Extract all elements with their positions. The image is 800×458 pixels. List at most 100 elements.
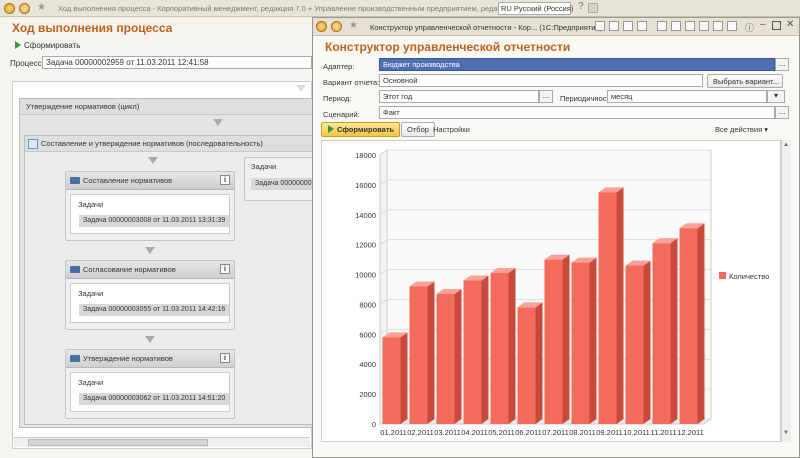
y-tick-label: 10000 <box>355 271 376 280</box>
settings-link[interactable]: Настройки <box>433 125 470 134</box>
tasks-label: Задачи <box>78 378 104 387</box>
sequence-block-title: Составление и утверждение нормативов (по… <box>25 136 313 152</box>
bar-chart: 0 2000 4000 6000 8000 10000 12000 14000 16000 180… <box>355 149 769 437</box>
bar[interactable] <box>436 293 455 424</box>
memory-icon[interactable] <box>727 21 737 31</box>
period-label: Период: <box>323 94 352 103</box>
mail-icon[interactable] <box>623 21 633 31</box>
task-card-approve[interactable]: Утверждение нормативов i Задачи Задача 00… <box>65 349 235 419</box>
app-titlebar: ★ Ход выполнения процесса - Корпоративны… <box>0 0 800 17</box>
variant-label: Вариант отчета: <box>323 78 380 87</box>
settings-icon[interactable] <box>588 3 598 13</box>
document-icon[interactable] <box>637 21 647 31</box>
bar-side <box>454 288 462 424</box>
task-link[interactable]: Задача 00000003008 от 11.03.2011 13:31:3… <box>79 215 230 227</box>
task-card-title: Утверждение нормативов i <box>66 350 234 368</box>
x-tick-label: 12.2011 <box>677 428 704 437</box>
periodicity-dropdown-button[interactable]: ▾ <box>767 90 785 103</box>
task-card-compose[interactable]: Составление нормативов i Задачи Задача 00… <box>65 171 235 241</box>
task-link[interactable]: Задача 00000003055 от 11.03.2011 14:42:1… <box>79 304 230 316</box>
y-tick-label: 14000 <box>355 211 376 220</box>
choose-variant-button[interactable]: Выбрать вариант... <box>707 74 783 88</box>
menu-icon[interactable] <box>19 3 30 14</box>
info-icon[interactable]: i <box>220 175 230 185</box>
bar[interactable] <box>598 192 617 424</box>
legend-swatch <box>719 272 726 279</box>
bar[interactable] <box>409 286 428 424</box>
bar[interactable] <box>652 243 671 424</box>
scenario-label: Сценарий: <box>323 110 360 119</box>
filter-button[interactable]: Отбор <box>401 122 435 137</box>
calendar-icon[interactable] <box>657 21 667 31</box>
side-task-value[interactable]: Задача 00000000 <box>251 178 316 190</box>
task-icon <box>70 266 80 273</box>
scenario-field[interactable]: Факт <box>379 106 775 119</box>
task-card-approve-draft[interactable]: Согласование нормативов i Задачи Задача 0… <box>65 260 235 330</box>
app-logo-icon[interactable] <box>4 3 15 14</box>
scroll-down-icon[interactable]: ▼ <box>783 430 789 436</box>
bar[interactable] <box>571 262 590 424</box>
scroll-up-icon[interactable]: ▲ <box>783 142 789 148</box>
help-icon[interactable]: ? <box>578 1 584 12</box>
bar[interactable] <box>517 307 536 424</box>
close-icon[interactable]: ✕ <box>786 19 794 30</box>
history-icon[interactable] <box>685 21 695 31</box>
task-link[interactable]: Задача 00000003062 от 11.03.2011 14:51:2… <box>79 393 230 405</box>
app-title: Ход выполнения процесса - Корпоративный … <box>58 4 531 13</box>
adapter-select-button[interactable]: ... <box>775 58 789 71</box>
memory-add-icon[interactable] <box>699 21 709 31</box>
bar-side <box>697 223 705 424</box>
x-tick-label: 06.2011 <box>515 428 542 437</box>
horizontal-scrollbar[interactable] <box>14 437 310 447</box>
process-label: Процесс: <box>10 59 44 68</box>
info-icon[interactable]: i <box>220 353 230 363</box>
info-icon[interactable]: ⓘ <box>745 21 754 34</box>
bar[interactable] <box>544 259 563 424</box>
maximize-icon[interactable] <box>772 21 781 30</box>
task-icon <box>70 355 80 362</box>
bar[interactable] <box>382 337 401 424</box>
y-tick-label: 6000 <box>359 330 376 339</box>
y-tick-label: 12000 <box>355 241 376 250</box>
dialog-titlebar: ★ Конструктор управленческой отчетности … <box>313 18 799 36</box>
chevron-down-icon: ▾ <box>764 125 769 134</box>
vertical-scrollbar[interactable]: ▲ ▼ <box>781 140 791 442</box>
print-icon[interactable] <box>609 21 619 31</box>
memory-sub-icon[interactable] <box>713 21 723 31</box>
sequence-block[interactable]: Составление и утверждение нормативов (по… <box>24 135 324 425</box>
period-select-button[interactable]: ... <box>539 90 553 103</box>
cycle-block[interactable]: Утверждение нормативов (цикл) Составлени… <box>19 98 324 428</box>
star-icon[interactable]: ★ <box>349 20 358 31</box>
scenario-select-button[interactable]: ... <box>775 106 789 119</box>
task-title: Утверждение нормативов <box>83 354 173 363</box>
bar[interactable] <box>490 273 509 424</box>
minimize-icon[interactable]: – <box>760 19 766 30</box>
adapter-field[interactable]: Бюджет производства <box>379 58 775 71</box>
generate-button[interactable]: Сформировать <box>15 41 80 50</box>
bar-side <box>535 302 543 424</box>
all-actions-menu[interactable]: Все действия ▾ <box>715 125 768 134</box>
periodicity-field[interactable]: месяц <box>607 90 767 103</box>
process-field[interactable]: Задача 00000002959 от 11.03.2011 12:41:5… <box>42 56 312 69</box>
arrow-down-icon <box>145 336 155 343</box>
process-map[interactable]: Утверждение нормативов (цикл) Составлени… <box>12 81 324 449</box>
star-icon[interactable]: ★ <box>37 2 46 13</box>
bar[interactable] <box>463 280 482 424</box>
info-icon[interactable]: i <box>220 264 230 274</box>
period-field[interactable]: Этот год <box>379 90 539 103</box>
task-list: Задачи Задача 00000003055 от 11.03.2011 … <box>70 283 230 323</box>
task-list: Задачи Задача 00000003062 от 11.03.2011 … <box>70 372 230 412</box>
generate-report-button[interactable]: Сформировать <box>321 122 401 137</box>
variant-field[interactable]: Основной <box>379 74 703 87</box>
app-logo-icon[interactable] <box>316 21 327 32</box>
adapter-label: Адаптер: <box>323 62 355 71</box>
save-icon[interactable] <box>595 21 605 31</box>
bar[interactable] <box>679 228 698 424</box>
menu-icon[interactable] <box>331 21 342 32</box>
arrow-down-icon <box>213 119 223 126</box>
language-indicator[interactable]: RU Русский (Россия) <box>498 2 573 15</box>
scroll-thumb[interactable] <box>28 439 208 446</box>
bar[interactable] <box>625 265 644 424</box>
calculator-icon[interactable] <box>671 21 681 31</box>
task-title: Составление нормативов <box>83 176 173 185</box>
